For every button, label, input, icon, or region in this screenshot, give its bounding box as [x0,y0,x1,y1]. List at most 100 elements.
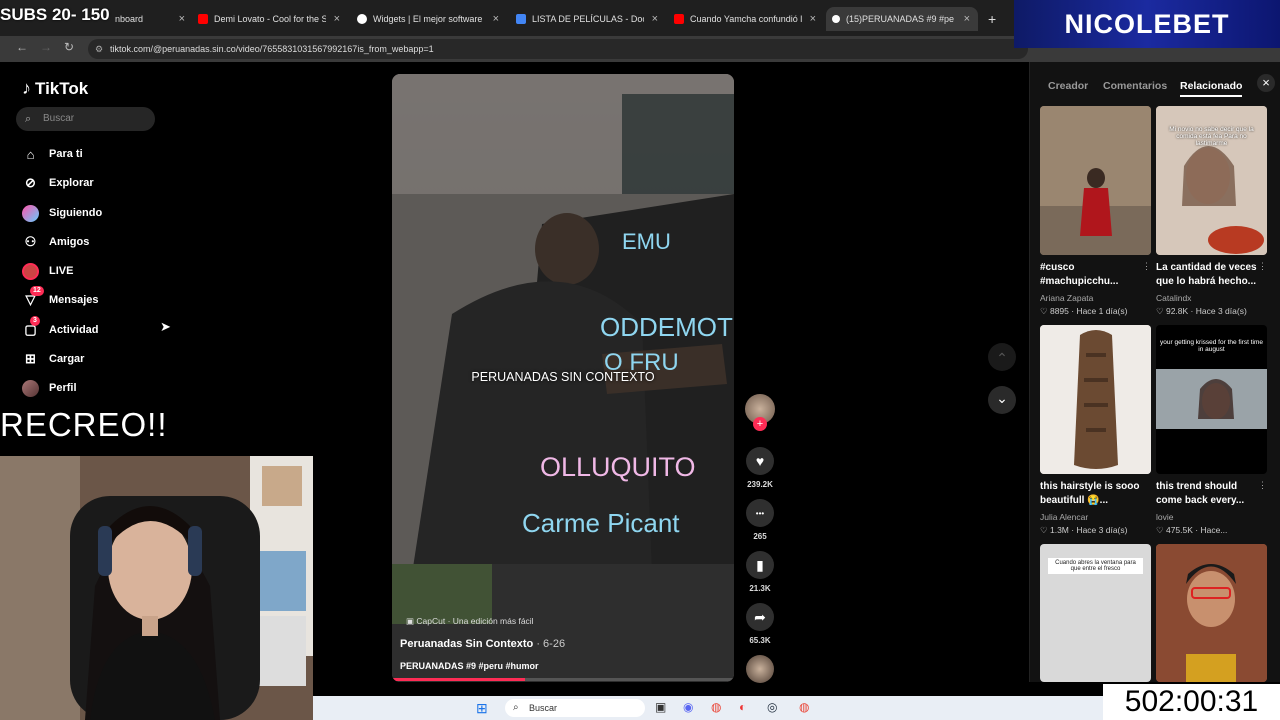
back-arrow-icon[interactable]: ← [16,40,28,54]
nav-item-actividad[interactable]: ▢ 3 Actividad [22,315,99,340]
nav-item-amigos[interactable]: ⚇ Amigos [22,232,90,252]
nav-item-siguiendo[interactable]: Siguiendo [22,203,102,223]
save-button[interactable]: ▮ 21.3K [744,551,776,593]
thumbnail-image [1040,106,1151,255]
share-button[interactable]: ➦ 65.3K [744,603,776,645]
capcut-text: CapCut · Una edición más fácil [416,616,534,626]
forward-arrow-icon[interactable]: → [40,40,52,54]
following-avatar-icon [22,204,39,222]
card-author[interactable]: Julia Alencar [1040,512,1088,522]
chrome-icon[interactable]: ◍ [711,700,721,714]
steam-icon[interactable]: ◎ [767,700,777,714]
thumbnail-image [1156,369,1267,429]
chrome-icon[interactable]: ◍ [799,700,809,714]
site-info-icon[interactable]: ⚙ [95,39,103,59]
chalk-text: EMU [622,229,671,254]
save-count: 21.3K [749,584,771,593]
creator-avatar[interactable]: + [744,394,776,431]
card-author[interactable]: Catalindx [1156,293,1191,303]
video-thumbnail[interactable] [1156,544,1267,682]
thumbnail-caption: Mi novio no sabe decir que la comida est… [1169,126,1254,147]
video-thumbnail[interactable] [1040,325,1151,474]
bookmark-icon: ▮ [746,551,774,579]
task-view-icon[interactable]: ▣ [655,700,666,714]
more-options-icon[interactable]: ⋮ [1142,261,1151,272]
card-author[interactable]: lovie [1156,512,1173,522]
thumbnail-caption: your getting krissed for the first time … [1160,339,1263,353]
follow-plus-icon[interactable]: + [753,417,767,431]
card-title[interactable]: this hairstyle is sooo beautifull 😭... [1040,480,1148,508]
card-title[interactable]: this trend should come back every... [1156,480,1264,508]
search-input[interactable]: ⌕ Buscar [16,107,155,131]
previous-video-button[interactable]: ⌃ [988,343,1016,371]
close-tab-icon[interactable]: × [964,13,970,25]
browser-tab[interactable]: Cuando Yamcha confundió las × [674,7,816,31]
more-options-icon[interactable]: ⋮ [1258,480,1267,491]
comment-count: 265 [753,532,767,541]
browser-tab[interactable]: Widgets | El mejor software pa × [357,7,499,31]
close-tab-icon[interactable]: × [334,13,340,25]
thumbnail-image [1156,544,1267,682]
nav-item-mensajes[interactable]: ▽ 12 Mensajes [22,285,99,310]
tab-label: Demi Lovato - Cool for the Sum [214,14,326,24]
browser-tab[interactable]: Demi Lovato - Cool for the Sum × [198,7,340,31]
windows-start-icon[interactable]: ⊞ [476,700,488,717]
tab-label: Widgets | El mejor software pa [373,14,485,24]
browser-tab-active[interactable]: (15)PERUANADAS #9 #peru × [826,7,978,31]
card-title[interactable]: La cantidad de veces que lo habrá hecho.… [1156,261,1264,289]
tiktok-favicon-icon [832,15,840,23]
subs-overlay-text: SUBS 20- 150 [0,5,110,24]
youtube-icon [674,14,684,24]
video-thumbnail[interactable]: Cuando abres la ventana para que entre e… [1040,544,1151,682]
tab-creador[interactable]: Creador [1048,80,1088,92]
card-author[interactable]: Ariana Zapata [1040,293,1093,303]
close-tab-icon[interactable]: × [493,13,499,25]
address-bar[interactable]: ⚙ tiktok.com/@peruanadas.sin.co/video/76… [88,39,1028,59]
friends-icon: ⚇ [24,234,37,249]
browser-tab[interactable]: LISTA DE PELÍCULAS - Docume × [516,7,658,31]
tab-relacionado[interactable]: Relacionado [1180,80,1243,97]
nav-item-cargar[interactable]: ⊞ Cargar [22,349,84,369]
nav-label: LIVE [49,265,74,277]
sound-disc-icon [746,655,774,683]
capcut-label[interactable]: ▣ CapCut · Una edición más fácil [406,616,534,627]
new-tab-button[interactable]: + [988,7,1000,31]
nav-item-perfil[interactable]: Perfil [22,378,77,398]
tab-comentarios[interactable]: Comentarios [1103,80,1167,92]
close-panel-icon[interactable]: × [1257,74,1275,92]
comment-button[interactable]: ••• 265 [744,499,776,541]
tab-label: Cuando Yamcha confundió las [690,14,802,24]
more-options-icon[interactable]: ⋮ [1258,261,1267,272]
video-author[interactable]: Peruanadas Sin Contexto · 6-26 [400,638,565,650]
like-button[interactable]: ♥ 239.2K [744,447,776,489]
chalk-text: Carme Picant [522,508,680,538]
video-progress-fill [392,678,526,681]
video-thumbnail[interactable] [1040,106,1151,255]
card-title[interactable]: #cusco #machupicchu... [1040,261,1148,289]
next-video-button[interactable]: ⌄ [988,386,1016,414]
mouse-cursor-icon: ➤ [160,319,171,334]
nav-item-live[interactable]: LIVE [22,261,73,281]
chalk-text: ODDEMOT [600,312,733,342]
thumbnail-image [1040,325,1151,474]
nav-item-para-ti[interactable]: ⌂ Para ti [22,144,83,164]
taskbar-search[interactable]: ⌕ Buscar [505,699,645,717]
video-thumbnail[interactable]: your getting krissed for the first time … [1156,325,1267,474]
youtube-icon [198,14,208,24]
video-thumbnail[interactable]: Mi novio no sabe decir que la comida est… [1156,106,1267,255]
tiktok-note-icon: ♪ [22,78,31,98]
discord-icon[interactable]: ◉ [683,700,693,714]
video-progress-track[interactable] [392,678,734,681]
reload-icon[interactable]: ↻ [64,40,74,54]
close-tab-icon[interactable]: × [179,13,185,25]
messages-icon: ▽ 12 [22,285,44,309]
card-stats: ♡ 92.8K · Hace 3 día(s) [1156,306,1247,316]
sound-disc[interactable] [744,655,776,683]
browser-tab[interactable]: nboard × [115,7,185,31]
video-player[interactable]: EMU ODDEMOT O FRU OLLUQUITO Carme Picant… [392,74,734,682]
tiktok-logo[interactable]: ♪ TikTok [22,78,88,99]
nav-item-explorar[interactable]: ⊘ Explorar [22,173,94,193]
close-tab-icon[interactable]: × [652,13,658,25]
obs-icon[interactable]: ◐ [739,700,746,714]
close-tab-icon[interactable]: × [810,13,816,25]
